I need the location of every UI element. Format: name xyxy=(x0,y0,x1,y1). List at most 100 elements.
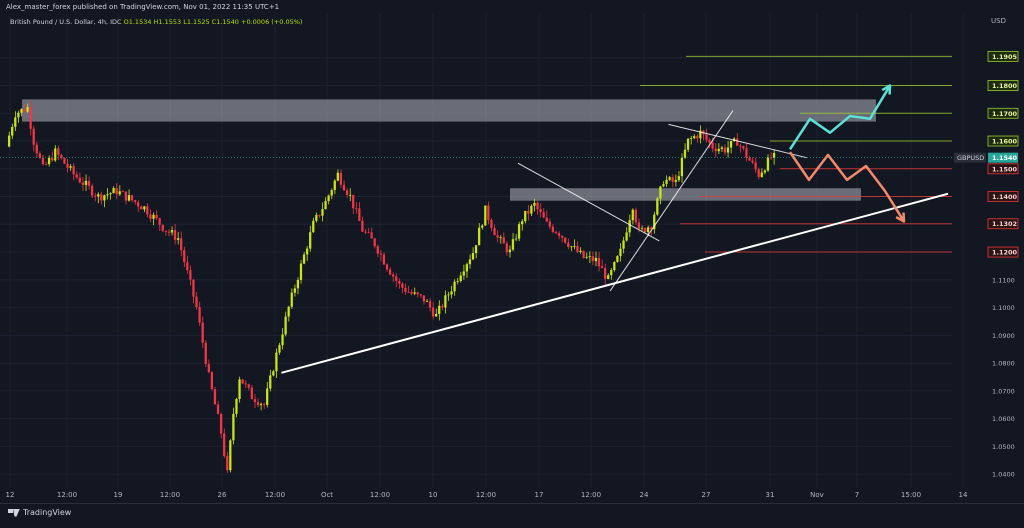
x-tick-label: 7 xyxy=(855,491,859,499)
y-tick-label: 1.0500 xyxy=(992,443,1015,451)
candle-body xyxy=(219,414,223,434)
candle-body xyxy=(579,250,582,253)
candle-body xyxy=(766,157,770,171)
currency-label: USD xyxy=(991,17,1006,25)
candle-body xyxy=(708,139,711,143)
x-tick-label: 19 xyxy=(114,491,123,499)
candle-body xyxy=(275,352,278,372)
candle-body xyxy=(643,227,647,233)
candle-body xyxy=(705,134,708,140)
candle-body xyxy=(662,184,665,187)
candle-body xyxy=(742,146,745,149)
x-tick-label: Nov xyxy=(810,491,824,499)
candle-body xyxy=(183,250,186,263)
candle-body xyxy=(763,170,766,173)
candle-body xyxy=(435,313,438,317)
candle-body xyxy=(146,206,149,215)
candle-body xyxy=(588,256,591,257)
candle-body xyxy=(401,283,404,288)
candle-body xyxy=(87,180,91,186)
candle-body xyxy=(32,128,35,145)
candle-body xyxy=(720,147,723,149)
candle-body xyxy=(524,210,527,222)
candle-body xyxy=(137,202,140,207)
candle-body xyxy=(634,209,637,223)
candle-body xyxy=(241,379,244,384)
candle-body xyxy=(272,371,275,376)
candle-body xyxy=(395,276,398,281)
candle-body xyxy=(453,281,456,292)
price-chart[interactable]: 1.0400 1.0500 1.0600 1.0700 1.0800 1.0900 1.10… xyxy=(0,0,1024,524)
candle-body xyxy=(597,257,601,267)
candle-body xyxy=(161,224,164,231)
candle-body xyxy=(75,174,78,178)
tradingview-logo[interactable]: TradingView xyxy=(8,508,71,517)
candle-body xyxy=(496,235,499,238)
candle-body xyxy=(130,195,134,201)
candle-body xyxy=(671,177,674,182)
candle-body xyxy=(481,225,484,228)
candle-body xyxy=(57,148,60,155)
candle-body xyxy=(628,220,631,233)
y-tick-label: 1.0800 xyxy=(992,360,1015,368)
candle-body xyxy=(551,226,555,232)
candle-body xyxy=(404,287,407,292)
candle-body xyxy=(542,212,545,218)
chart-svg[interactable]: 1.0400 1.0500 1.0600 1.0700 1.0800 1.0900 1.10… xyxy=(0,0,1024,524)
candle-body xyxy=(140,206,143,210)
candle-body xyxy=(358,208,361,221)
candle-body xyxy=(269,375,272,389)
candle-body xyxy=(361,220,364,232)
candle-body xyxy=(26,107,29,112)
candle-body xyxy=(112,188,115,194)
candle-body xyxy=(158,218,161,225)
level-label: 1.1400 xyxy=(992,193,1018,201)
last-price-label: 1.1540 xyxy=(992,154,1018,162)
candle-body xyxy=(772,152,776,158)
symbol-legend: British Pound / U.S. Dollar, 4h, IDC O1.… xyxy=(10,18,302,26)
candle-body xyxy=(355,208,358,209)
candle-body xyxy=(121,191,124,193)
candle-body xyxy=(364,231,367,233)
candle-body xyxy=(201,322,204,343)
x-tick-label: 27 xyxy=(702,491,711,499)
candle-body xyxy=(413,292,416,294)
candle-body xyxy=(51,157,54,161)
candle-body xyxy=(536,202,539,210)
candle-body xyxy=(567,242,570,247)
candle-body xyxy=(109,193,112,195)
candle-body xyxy=(232,413,235,441)
candle-body xyxy=(186,262,189,271)
candle-body xyxy=(167,231,171,233)
brand-name: TradingView xyxy=(23,508,72,517)
candle-body xyxy=(689,138,693,139)
candle-body xyxy=(603,268,607,279)
candle-body xyxy=(35,144,38,154)
candle-body xyxy=(564,237,567,243)
candle-body xyxy=(204,342,207,364)
candle-body xyxy=(302,254,306,264)
candle-body xyxy=(339,172,343,185)
candle-body xyxy=(462,271,465,276)
candle-body xyxy=(441,305,444,308)
candle-body xyxy=(591,256,594,262)
candle-body xyxy=(502,237,505,244)
candle-body xyxy=(646,227,650,233)
candle-body xyxy=(493,228,496,236)
x-tick-label: 10 xyxy=(429,491,438,499)
candle-body xyxy=(622,240,625,249)
candle-body xyxy=(176,238,180,240)
candle-body xyxy=(508,249,512,253)
candle-body xyxy=(631,209,634,221)
level-label: 1.1905 xyxy=(992,53,1018,61)
candle-body xyxy=(342,184,346,191)
x-tick-label: 12:00 xyxy=(581,491,601,499)
tradingview-icon xyxy=(8,508,20,517)
candle-body xyxy=(66,163,69,168)
candle-body xyxy=(293,288,296,293)
candle-body xyxy=(539,209,542,213)
candle-body xyxy=(318,214,321,216)
level-label: 1.1600 xyxy=(992,138,1018,146)
candle-body xyxy=(333,180,336,191)
candle-body xyxy=(305,248,309,255)
